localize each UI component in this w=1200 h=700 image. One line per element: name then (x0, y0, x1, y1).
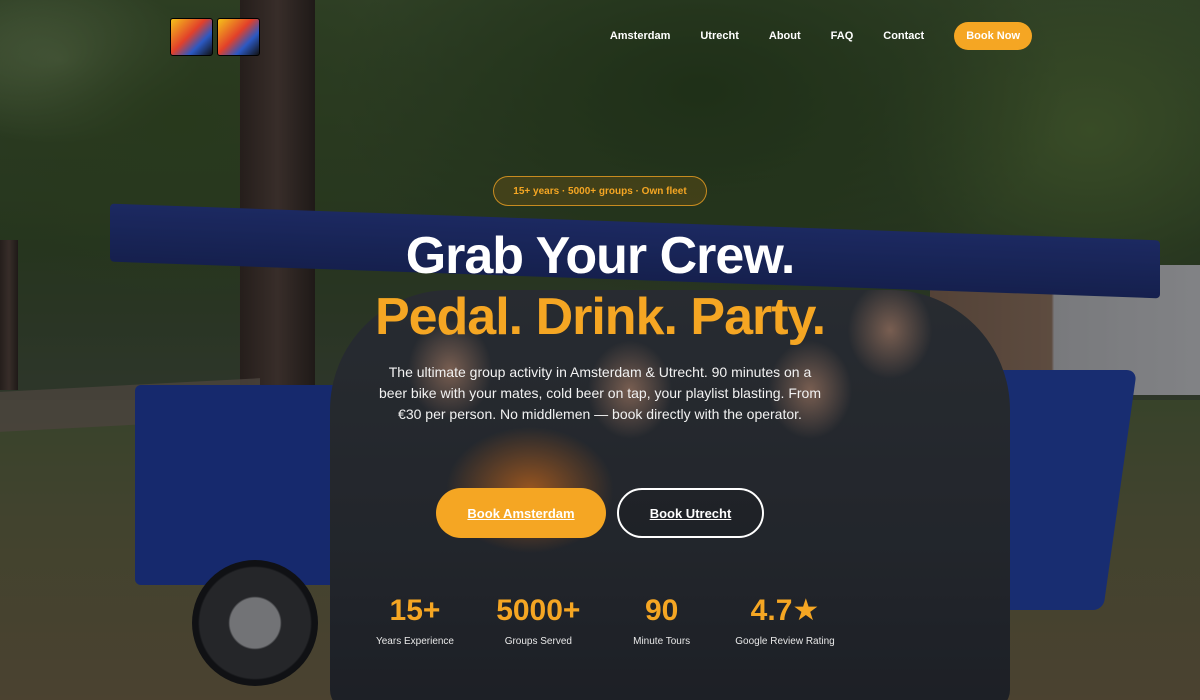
stat-value: 5000+ (496, 594, 581, 627)
book-now-button[interactable]: Book Now (954, 22, 1032, 50)
stat-label: Groups Served (504, 636, 572, 647)
trust-badge: 15+ years · 5000+ groups · Own fleet (493, 176, 707, 206)
headline-line-1: Grab Your Crew. (405, 227, 796, 285)
nav-item-faq[interactable]: FAQ (831, 30, 854, 42)
stat-years: 15+ Years Experience (360, 594, 470, 647)
stat-value: 15+ (389, 594, 441, 627)
logo-bike-icon (170, 18, 213, 56)
hero-description: The ultimate group activity in Amsterdam… (379, 364, 821, 422)
site-logo[interactable] (170, 18, 260, 56)
stats-row: 15+ Years Experience 5000+ Groups Served… (360, 594, 840, 647)
stat-label: Years Experience (375, 636, 454, 647)
main-nav: Amsterdam Utrecht About FAQ Contact Book… (610, 22, 1032, 50)
stat-minutes: 90 Minute Tours (607, 594, 717, 647)
stat-label: Google Review Rating (735, 636, 835, 647)
nav-item-about[interactable]: About (769, 30, 801, 42)
stat-value: 4.7★ (750, 594, 820, 627)
logo-bike-icon (217, 18, 260, 56)
stat-rating: 4.7★ Google Review Rating (730, 594, 840, 647)
stat-value: 90 (644, 594, 679, 627)
headline-line-2: Pedal. Drink. Party. (374, 288, 826, 346)
stat-groups: 5000+ Groups Served (483, 594, 593, 647)
book-amsterdam-button[interactable]: Book Amsterdam (436, 488, 606, 538)
nav-item-contact[interactable]: Contact (883, 30, 924, 42)
nav-item-utrecht[interactable]: Utrecht (700, 30, 739, 42)
nav-item-amsterdam[interactable]: Amsterdam (610, 30, 671, 42)
stat-label: Minute Tours (633, 636, 691, 647)
book-utrecht-button[interactable]: Book Utrecht (617, 488, 764, 538)
